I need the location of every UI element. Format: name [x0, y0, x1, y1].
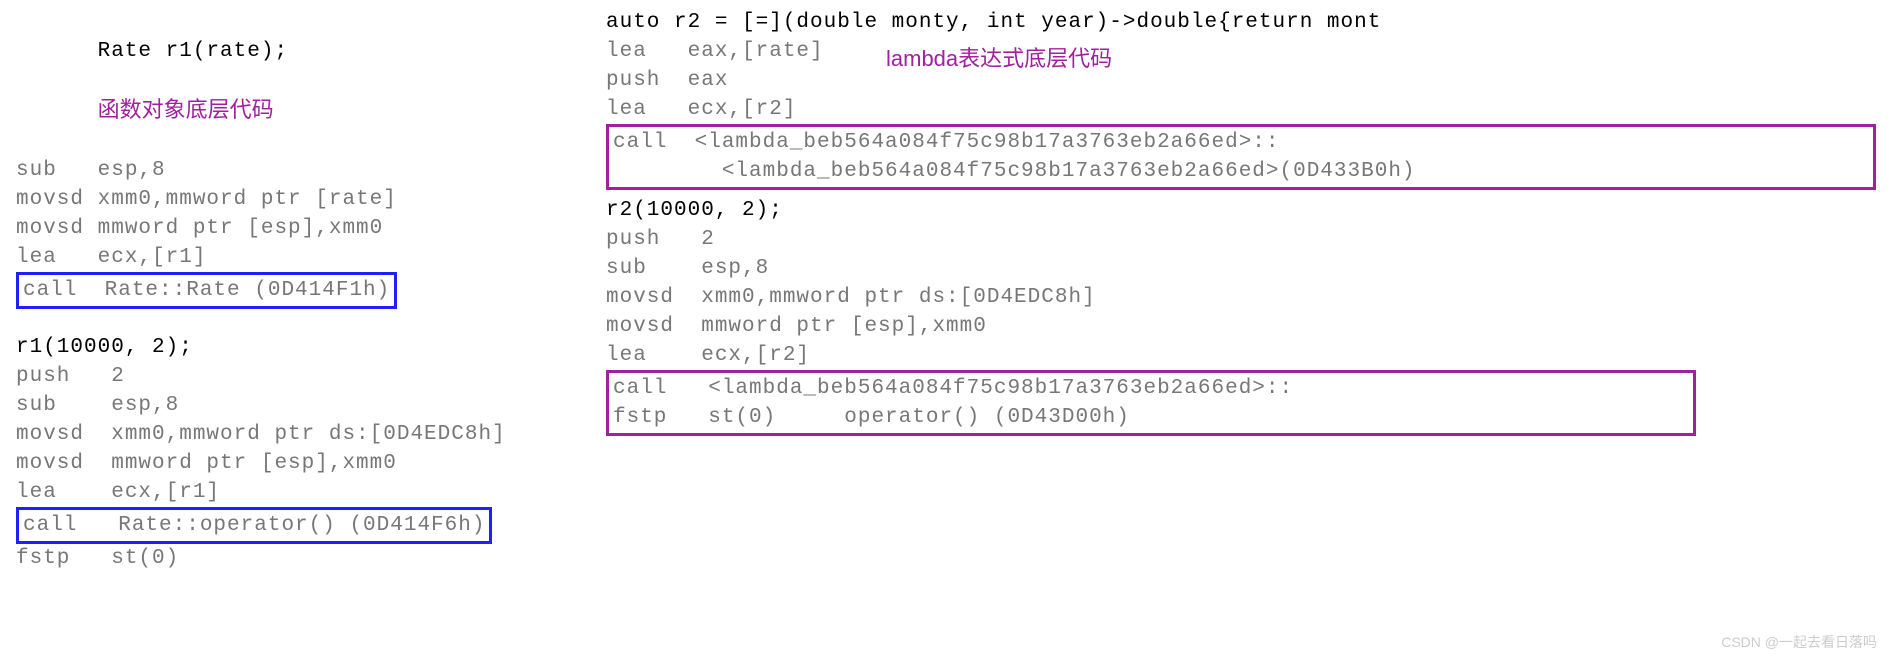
- asm-call: call Rate::operator() (0D414F6h): [23, 511, 485, 540]
- right-block1-asm-wrap: lea eax,[rate] push eax lea ecx,[r2] lam…: [606, 37, 1886, 124]
- left-block1-header: Rate r1(rate); 函数对象底层代码: [16, 8, 606, 156]
- asm-call: call <lambda_beb564a084f75c98b17a3763eb2…: [613, 374, 1689, 403]
- left-block2-call-box: call Rate::operator() (0D414F6h): [16, 507, 492, 544]
- asm-line: lea ecx,[r2]: [606, 95, 1886, 124]
- watermark: CSDN @一起去看日落吗: [1721, 632, 1877, 652]
- asm-line: movsd mmword ptr [esp],xmm0: [16, 449, 606, 478]
- asm-call: fstp st(0) operator() (0D43D00h): [613, 403, 1689, 432]
- left-block1-call-box: call Rate::Rate (0D414F1h): [16, 272, 397, 309]
- asm-line: push 2: [606, 225, 1886, 254]
- asm-line: sub esp,8: [16, 391, 606, 420]
- left-annot: 函数对象底层代码: [98, 97, 274, 122]
- asm-line: movsd xmm0,mmword ptr ds:[0D4EDC8h]: [16, 420, 606, 449]
- asm-line: lea ecx,[r1]: [16, 243, 606, 272]
- asm-line: movsd xmm0,mmword ptr [rate]: [16, 185, 606, 214]
- asm-line: movsd mmword ptr [esp],xmm0: [606, 312, 1886, 341]
- spacer: [16, 309, 606, 333]
- right-block2-call-box: call <lambda_beb564a084f75c98b17a3763eb2…: [606, 370, 1696, 436]
- right-annot: lambda表达式底层代码: [886, 41, 1112, 73]
- asm-line: fstp st(0): [16, 544, 606, 573]
- right-column: auto r2 = [=](double monty, int year)->d…: [606, 8, 1886, 656]
- page-root: Rate r1(rate); 函数对象底层代码 sub esp,8 movsd …: [0, 0, 1893, 656]
- asm-line: lea eax,[rate]: [606, 37, 1886, 66]
- asm-line: sub esp,8: [16, 156, 606, 185]
- asm-line: movsd xmm0,mmword ptr ds:[0D4EDC8h]: [606, 283, 1886, 312]
- asm-call: <lambda_beb564a084f75c98b17a3763eb2a66ed…: [613, 157, 1869, 186]
- asm-call: call Rate::Rate (0D414F1h): [23, 276, 390, 305]
- asm-call: call <lambda_beb564a084f75c98b17a3763eb2…: [613, 128, 1869, 157]
- asm-line: push 2: [16, 362, 606, 391]
- asm-line: movsd mmword ptr [esp],xmm0: [16, 214, 606, 243]
- right-block1-src: auto r2 = [=](double monty, int year)->d…: [606, 8, 1886, 37]
- right-block1-call-box: call <lambda_beb564a084f75c98b17a3763eb2…: [606, 124, 1876, 190]
- left-block2-src: r1(10000, 2);: [16, 333, 606, 362]
- asm-line: lea ecx,[r2]: [606, 341, 1886, 370]
- asm-line: push eax: [606, 66, 1886, 95]
- left-column: Rate r1(rate); 函数对象底层代码 sub esp,8 movsd …: [16, 8, 606, 656]
- right-block2-src: r2(10000, 2);: [606, 196, 1886, 225]
- asm-line: lea ecx,[r1]: [16, 478, 606, 507]
- asm-line: sub esp,8: [606, 254, 1886, 283]
- left-block1-src: Rate r1(rate);: [98, 40, 288, 63]
